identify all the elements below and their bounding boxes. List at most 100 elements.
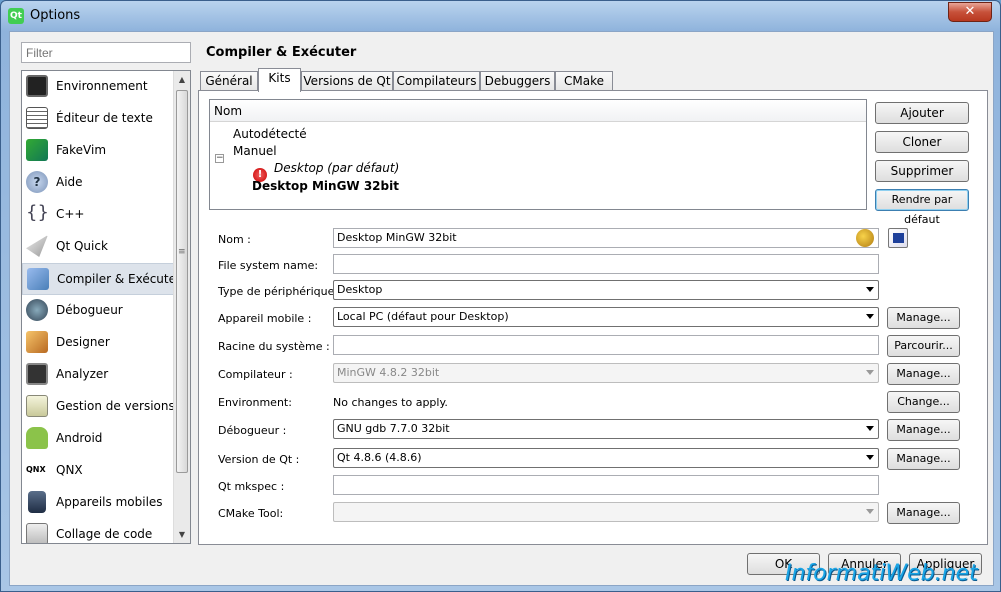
- sysroot-field[interactable]: [333, 335, 879, 355]
- filter-input[interactable]: [21, 42, 191, 63]
- scroll-down-icon[interactable]: ▼: [174, 526, 190, 543]
- sidebar-item-debugger[interactable]: Débogueur: [22, 295, 174, 327]
- tab-compilers[interactable]: Compilateurs: [393, 71, 480, 92]
- sidebar-item-qtquick[interactable]: Qt Quick: [22, 231, 174, 263]
- collapse-icon[interactable]: −: [215, 154, 224, 163]
- kit-name-icon[interactable]: [856, 229, 874, 247]
- tree-node-autodetected[interactable]: Autodétecté: [233, 127, 307, 141]
- sidebar-item-label: Gestion de versions: [56, 399, 175, 413]
- kits-tree[interactable]: Nom Autodétecté − Manuel ! Desktop (par …: [209, 99, 867, 210]
- title-bar[interactable]: Qt Options ✕: [1, 1, 1000, 31]
- text-editor-icon: [26, 107, 48, 129]
- debugger-icon: [26, 299, 48, 321]
- device-label: Appareil mobile :: [218, 312, 312, 325]
- device-manage-button[interactable]: Manage...: [887, 307, 960, 329]
- sidebar-item-qnx[interactable]: QNX QNX: [22, 455, 174, 487]
- mkspec-label: Qt mkspec :: [218, 480, 285, 493]
- chevron-down-icon: [866, 314, 874, 319]
- device-type-select[interactable]: Desktop: [333, 280, 879, 300]
- tab-qt-versions[interactable]: Versions de Qt: [301, 71, 393, 92]
- code-paste-icon: [26, 523, 48, 543]
- debugger-label: Débogueur :: [218, 424, 287, 437]
- sidebar-item-label: Éditeur de texte: [56, 111, 153, 125]
- sidebar-item-label: Collage de code: [56, 527, 153, 541]
- chevron-down-icon: [866, 287, 874, 292]
- tab-general[interactable]: Général: [200, 71, 258, 92]
- qt-version-select[interactable]: Qt 4.8.6 (4.8.6): [333, 448, 879, 468]
- tab-cmake[interactable]: CMake: [555, 71, 613, 92]
- chevron-down-icon: [866, 509, 874, 514]
- compiler-manage-button[interactable]: Manage...: [887, 363, 960, 385]
- sidebar-item-label: QNX: [56, 463, 83, 477]
- tree-node-kit-mingw[interactable]: Desktop MinGW 32bit: [252, 179, 399, 193]
- cmake-manage-button[interactable]: Manage...: [887, 502, 960, 524]
- chevron-down-icon: [866, 370, 874, 375]
- sidebar-item-cpp[interactable]: {} C++: [22, 199, 174, 231]
- splitter-grip-icon[interactable]: ≡: [178, 247, 186, 257]
- fakevim-icon: [26, 139, 48, 161]
- monitor-icon: [26, 75, 48, 97]
- page-title: Compiler & Exécuter: [206, 45, 357, 60]
- sysroot-browse-button[interactable]: Parcourir...: [887, 335, 960, 357]
- close-button[interactable]: ✕: [948, 2, 992, 22]
- window-title: Options: [30, 8, 81, 23]
- kit-name-field[interactable]: Desktop MinGW 32bit: [333, 228, 879, 248]
- environment-label: Environment:: [218, 396, 292, 409]
- qt-app-icon: Qt: [8, 8, 24, 24]
- device-type-value: Desktop: [337, 283, 383, 296]
- device-select[interactable]: Local PC (défaut pour Desktop): [333, 307, 879, 327]
- sidebar-item-mobile-devices[interactable]: Appareils mobiles: [22, 487, 174, 519]
- sidebar-item-compiler-run[interactable]: Compiler & Exécuter: [22, 263, 181, 295]
- fs-name-label: File system name:: [218, 259, 319, 272]
- sidebar-scrollbar[interactable]: ▲ ▼: [173, 71, 190, 543]
- sidebar-item-designer[interactable]: Designer: [22, 327, 174, 359]
- sidebar-item-label: Analyzer: [56, 367, 109, 381]
- category-list: Environnement Éditeur de texte FakeVim ?…: [21, 70, 191, 544]
- qt-version-label: Version de Qt :: [218, 453, 300, 466]
- sidebar-item-label: FakeVim: [56, 143, 107, 157]
- fs-name-field[interactable]: [333, 254, 879, 274]
- device-type-label: Type de périphérique :: [218, 285, 342, 298]
- analyzer-icon: [26, 363, 48, 385]
- sidebar-item-code-paste[interactable]: Collage de code: [22, 519, 174, 543]
- debugger-value: GNU gdb 7.7.0 32bit: [337, 422, 450, 435]
- sidebar-item-editeur[interactable]: Éditeur de texte: [22, 103, 174, 135]
- sidebar-item-fakevim[interactable]: FakeVim: [22, 135, 174, 167]
- qnx-icon: QNX: [26, 465, 46, 474]
- sysroot-label: Racine du système :: [218, 340, 330, 353]
- name-label: Nom :: [218, 233, 251, 246]
- qtquick-icon: [26, 235, 48, 257]
- sidebar-item-label: Débogueur: [56, 303, 123, 317]
- options-window: Qt Options ✕ Environnement Éditeur de te…: [0, 0, 1001, 592]
- tree-node-kit-default[interactable]: Desktop (par défaut): [274, 161, 399, 175]
- sidebar-item-analyzer[interactable]: Analyzer: [22, 359, 174, 391]
- tree-header-nom[interactable]: Nom: [210, 100, 866, 122]
- clone-kit-button[interactable]: Cloner: [875, 131, 969, 153]
- sidebar-item-versions[interactable]: Gestion de versions: [22, 391, 175, 423]
- watermark-logo: InformatiWeb.net: [785, 561, 978, 586]
- kit-icon-picker[interactable]: [888, 228, 908, 248]
- sidebar-item-aide[interactable]: ? Aide: [22, 167, 174, 199]
- android-icon: [26, 427, 48, 449]
- tree-node-manual[interactable]: Manuel: [233, 144, 277, 158]
- remove-kit-button[interactable]: Supprimer: [875, 160, 969, 182]
- sidebar-item-label: Aide: [56, 175, 83, 189]
- sidebar-item-label: Environnement: [56, 79, 148, 93]
- sidebar-item-label: Designer: [56, 335, 110, 349]
- debugger-select[interactable]: GNU gdb 7.7.0 32bit: [333, 419, 879, 439]
- sidebar-item-environnement[interactable]: Environnement: [22, 71, 174, 103]
- add-kit-button[interactable]: Ajouter: [875, 102, 969, 124]
- debugger-manage-button[interactable]: Manage...: [887, 419, 960, 441]
- cmake-select[interactable]: [333, 502, 879, 522]
- help-icon: ?: [26, 171, 48, 193]
- compiler-select[interactable]: MinGW 4.8.2 32bit: [333, 363, 879, 383]
- tab-debuggers[interactable]: Debuggers: [480, 71, 555, 92]
- environment-change-button[interactable]: Change...: [887, 391, 960, 413]
- tab-kits[interactable]: Kits: [258, 68, 301, 92]
- scrollbar-thumb[interactable]: [176, 90, 188, 473]
- mkspec-field[interactable]: [333, 475, 879, 495]
- scroll-up-icon[interactable]: ▲: [174, 71, 190, 88]
- sidebar-item-android[interactable]: Android: [22, 423, 174, 455]
- qt-version-manage-button[interactable]: Manage...: [887, 448, 960, 470]
- make-default-button[interactable]: Rendre par défaut: [875, 189, 969, 226]
